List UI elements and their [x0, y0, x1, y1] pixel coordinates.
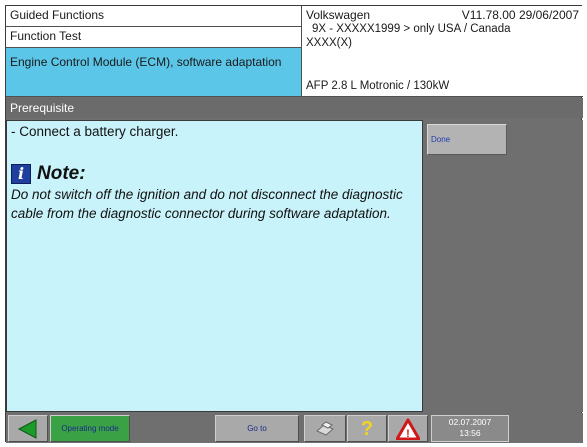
content-panel: - Connect a battery charger. i Note: Do … — [6, 120, 423, 412]
svg-text:!: ! — [406, 428, 410, 440]
guided-functions-label: Guided Functions — [10, 8, 105, 22]
back-button[interactable] — [8, 415, 48, 442]
goto-button[interactable]: Go to — [215, 415, 299, 442]
back-arrow-icon — [17, 418, 37, 439]
breadcrumb-function-test[interactable]: Function Test — [6, 27, 302, 48]
time-label: 13:56 — [459, 428, 481, 438]
operating-mode-button[interactable]: Operating mode — [50, 415, 130, 442]
engine-label: AFP 2.8 L Motronic / 130kW — [306, 80, 450, 92]
done-button[interactable]: Done — [427, 124, 507, 155]
warning-icon: ! — [396, 418, 420, 440]
breadcrumb-current-module: Engine Control Module (ECM), software ad… — [6, 48, 302, 97]
model-line-label: 9X - XXXXX1999 > only USA / Canada — [312, 23, 511, 35]
warning-button[interactable]: ! — [388, 415, 428, 442]
function-test-label: Function Test — [10, 29, 82, 43]
date-label: 02.07.2007 — [448, 417, 492, 427]
breadcrumb-guided-functions[interactable]: Guided Functions — [6, 6, 302, 27]
section-title: Prerequisite — [6, 98, 583, 118]
date-time-display: 02.07.2007 13:56 — [431, 415, 509, 442]
vehicle-info-panel: Volkswagen V11.78.00 29/06/2007 9X - XXX… — [302, 6, 583, 97]
note-heading: Note: — [37, 163, 86, 184]
version-label: V11.78.00 29/06/2007 — [461, 8, 579, 22]
side-button-panel: Done — [425, 120, 583, 412]
bottom-toolbar: Operating mode Go to ? ! 02.07.2007 13:5… — [6, 413, 583, 443]
print-icon — [316, 420, 334, 436]
note-text: Do not switch off the ignition and do no… — [11, 187, 403, 221]
vehicle-code-label: XXXX(X) — [306, 37, 353, 49]
help-button[interactable]: ? — [347, 415, 387, 442]
brand-label: Volkswagen — [306, 8, 371, 22]
help-icon: ? — [360, 417, 374, 440]
info-icon: i — [11, 164, 31, 184]
note-header: i Note: — [11, 163, 418, 185]
print-button[interactable] — [304, 415, 346, 442]
prerequisite-step: - Connect a battery charger. — [11, 124, 179, 139]
module-label: Engine Control Module (ECM), software ad… — [10, 55, 282, 69]
app-window: Guided Functions Function Test Engine Co… — [5, 5, 583, 443]
